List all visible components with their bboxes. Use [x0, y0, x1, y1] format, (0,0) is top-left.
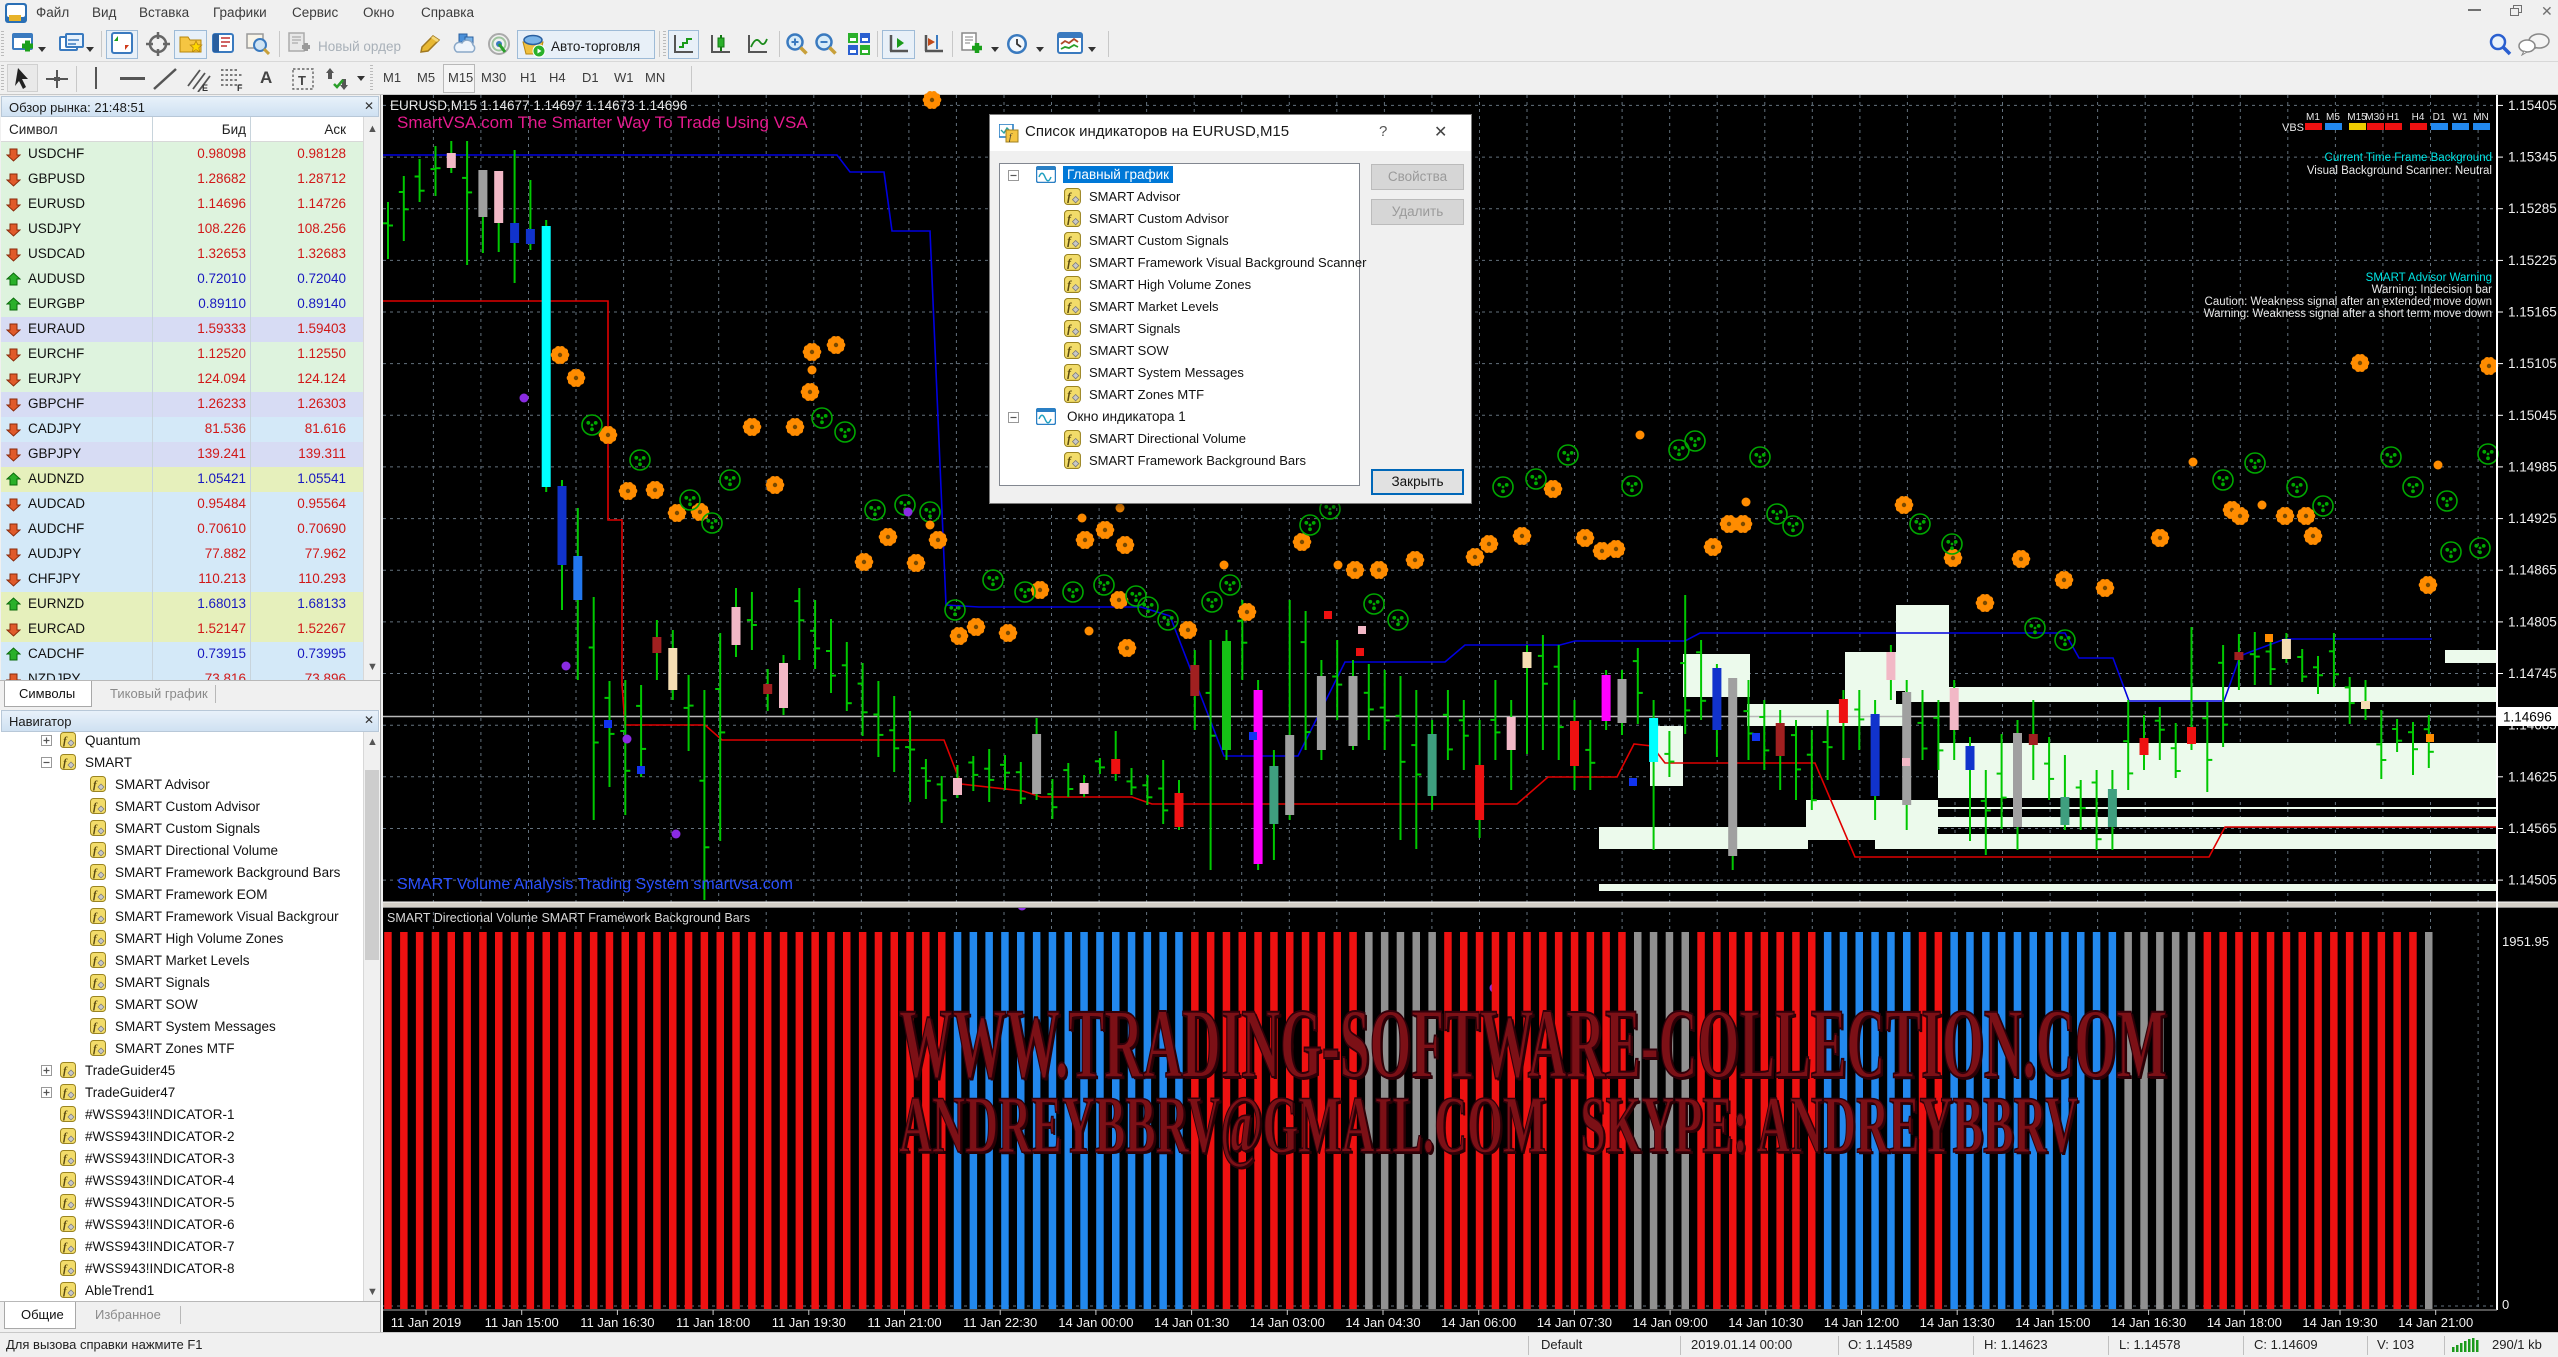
svg-text:1.14925: 1.14925: [2508, 511, 2557, 526]
svg-text:14 Jan 15:00: 14 Jan 15:00: [2015, 1315, 2090, 1330]
svg-text:M15: M15: [2347, 112, 2367, 123]
svg-text:Current Time Frame Background: Current Time Frame Background: [2325, 152, 2492, 164]
svg-text:SMART Directional Volume SMAR: SMART Directional Volume SMART Framework…: [387, 911, 750, 925]
svg-text:1.15345: 1.15345: [2508, 150, 2557, 165]
svg-text:14 Jan 10:30: 14 Jan 10:30: [1728, 1315, 1803, 1330]
svg-text:0: 0: [2502, 1297, 2509, 1312]
svg-text:14 Jan 19:30: 14 Jan 19:30: [2302, 1315, 2377, 1330]
svg-text:1.15285: 1.15285: [2508, 201, 2557, 216]
svg-text:1.14865: 1.14865: [2508, 563, 2557, 578]
svg-text:14 Jan 13:30: 14 Jan 13:30: [1920, 1315, 1995, 1330]
svg-text:11 Jan 15:00: 11 Jan 15:00: [485, 1315, 559, 1330]
svg-text:1.15225: 1.15225: [2508, 253, 2557, 268]
svg-text:14 Jan 18:00: 14 Jan 18:00: [2207, 1315, 2282, 1330]
svg-text:14 Jan 16:30: 14 Jan 16:30: [2111, 1315, 2186, 1330]
svg-text:Caution: Weakness signal after: Caution: Weakness signal after an extend…: [2205, 296, 2492, 308]
svg-text:1.14805: 1.14805: [2508, 614, 2557, 629]
svg-text:M30: M30: [2365, 112, 2385, 123]
svg-text:14 Jan 07:30: 14 Jan 07:30: [1537, 1315, 1612, 1330]
svg-text:14 Jan 04:30: 14 Jan 04:30: [1345, 1315, 1420, 1330]
svg-text:H1: H1: [2387, 112, 2400, 123]
svg-text:SMART Advisor Warning: SMART Advisor Warning: [2366, 272, 2492, 284]
svg-text:11 Jan 2019: 11 Jan 2019: [391, 1315, 462, 1330]
svg-text:SmartVSA.com The Smarter Way T: SmartVSA.com The Smarter Way To Trade Us…: [397, 113, 808, 132]
svg-text:Warning: Indecision bar: Warning: Indecision bar: [2372, 284, 2493, 296]
svg-text:D1: D1: [2433, 112, 2446, 123]
svg-text:11 Jan 21:00: 11 Jan 21:00: [867, 1315, 941, 1330]
svg-text:14 Jan 12:00: 14 Jan 12:00: [1824, 1315, 1899, 1330]
svg-text:W1: W1: [2453, 112, 2468, 123]
svg-text:M1: M1: [2306, 112, 2320, 123]
svg-text:1.15405: 1.15405: [2508, 98, 2557, 113]
svg-text:1.14625: 1.14625: [2508, 769, 2557, 784]
svg-text:14 Jan 06:00: 14 Jan 06:00: [1441, 1315, 1516, 1330]
svg-text:11 Jan 18:00: 11 Jan 18:00: [676, 1315, 750, 1330]
svg-text:1.14505: 1.14505: [2508, 873, 2557, 888]
svg-text:ANDREYBBRV@GMAIL.COM SKYPE:: ANDREYBBRV@GMAIL.COM SKYPE: ANDREYBBRV: [899, 1079, 2078, 1170]
svg-text:M5: M5: [2326, 112, 2340, 123]
svg-text:EURUSD,M15 1.14677 1.14697 1.: EURUSD,M15 1.14677 1.14697 1.14673 1.146…: [390, 98, 687, 113]
svg-text:14 Jan 00:00: 14 Jan 00:00: [1058, 1315, 1133, 1330]
svg-text:1.15045: 1.15045: [2508, 408, 2557, 423]
svg-text:14 Jan 03:00: 14 Jan 03:00: [1250, 1315, 1325, 1330]
svg-text:11 Jan 22:30: 11 Jan 22:30: [963, 1315, 1037, 1330]
svg-text:11 Jan 16:30: 11 Jan 16:30: [580, 1315, 654, 1330]
svg-text:VBS: VBS: [2282, 122, 2304, 134]
svg-text:H4: H4: [2412, 112, 2425, 123]
svg-text:1.14745: 1.14745: [2508, 666, 2557, 681]
svg-text:SMART Volume Analysis Trading: SMART Volume Analysis Trading System sma…: [397, 876, 793, 893]
svg-text:14 Jan 01:30: 14 Jan 01:30: [1154, 1315, 1229, 1330]
svg-text:14 Jan 09:00: 14 Jan 09:00: [1633, 1315, 1708, 1330]
svg-text:1.14985: 1.14985: [2508, 459, 2557, 474]
svg-text:1.15105: 1.15105: [2508, 356, 2557, 371]
svg-text:Warning: Weakness signal after: Warning: Weakness signal after a short t…: [2204, 308, 2492, 320]
svg-text:1.15165: 1.15165: [2508, 305, 2557, 320]
svg-text:MN: MN: [2473, 112, 2489, 123]
svg-text:14 Jan 21:00: 14 Jan 21:00: [2398, 1315, 2473, 1330]
svg-text:1.14565: 1.14565: [2508, 821, 2557, 836]
svg-text:Visual Background Scanner: Neu: Visual Background Scanner: Neutral: [2307, 165, 2492, 177]
svg-text:1.14696: 1.14696: [2503, 710, 2552, 725]
svg-text:1951.95: 1951.95: [2502, 934, 2549, 949]
svg-text:11 Jan 19:30: 11 Jan 19:30: [772, 1315, 846, 1330]
